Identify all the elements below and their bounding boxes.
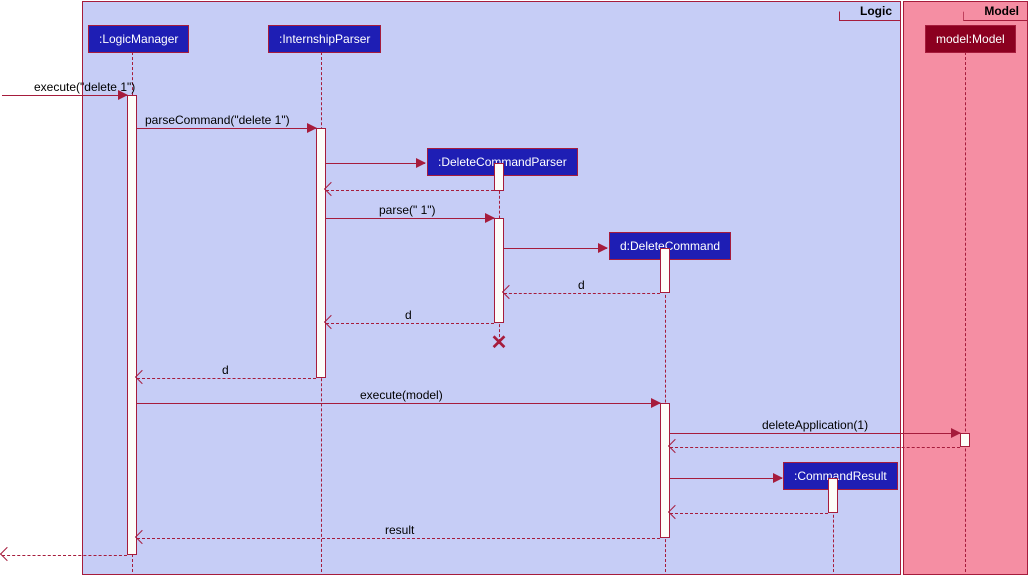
msg-parse-command: [137, 128, 316, 129]
msg-delete-app-label: deleteApplication(1): [762, 418, 868, 432]
activation-logic-manager: [127, 95, 137, 555]
msg-execute-model: [137, 403, 660, 404]
arrow-icon: [307, 123, 317, 133]
arrow-icon: [598, 243, 608, 253]
sequence-diagram: Logic Model :LogicManager :InternshipPar…: [0, 0, 1030, 578]
arrow-icon: [951, 428, 961, 438]
msg-return-d1: [504, 293, 660, 294]
msg-return-external: [2, 555, 127, 556]
participant-logic-manager: :LogicManager: [88, 25, 189, 53]
arrow-icon: [773, 473, 783, 483]
msg-return-d2-label: d: [405, 308, 412, 322]
activation-command-result: [828, 478, 838, 513]
msg-return-d2: [326, 323, 494, 324]
frame-model-label: Model: [963, 2, 1027, 21]
msg-create-cr: [670, 478, 782, 479]
lifeline-model: [965, 52, 966, 572]
activation-delete-command-parser-2: [494, 218, 504, 323]
destroy-icon: ✕: [489, 333, 509, 353]
msg-return-d3-label: d: [222, 363, 229, 377]
msg-execute-label: execute("delete 1"): [34, 80, 135, 94]
activation-internship-parser: [316, 128, 326, 378]
activation-delete-command-1: [660, 248, 670, 293]
arrow-icon: [0, 547, 14, 561]
msg-return-d1-label: d: [578, 278, 585, 292]
arrow-icon: [416, 158, 426, 168]
frame-logic-label: Logic: [839, 2, 900, 21]
frame-logic: Logic: [82, 1, 901, 575]
participant-command-result: :CommandResult: [783, 462, 898, 490]
msg-execute-model-label: execute(model): [360, 388, 443, 402]
msg-parse: [326, 218, 494, 219]
msg-return-cr: [670, 513, 828, 514]
msg-result-label: result: [385, 523, 414, 537]
participant-model: model:Model: [925, 25, 1016, 53]
msg-parse-command-label: parseCommand("delete 1"): [145, 113, 290, 127]
activation-delete-command-2: [660, 403, 670, 538]
msg-delete-app: [670, 433, 960, 434]
msg-return-d3: [137, 378, 316, 379]
arrow-icon: [485, 213, 495, 223]
msg-create-dcp: [326, 163, 425, 164]
msg-create-dc: [504, 248, 607, 249]
msg-parse-label: parse(" 1"): [379, 203, 436, 217]
msg-execute: [2, 95, 127, 96]
arrow-icon: [651, 398, 661, 408]
msg-return-model: [670, 447, 960, 448]
participant-internship-parser: :InternshipParser: [268, 25, 381, 53]
participant-delete-command: d:DeleteCommand: [609, 232, 731, 260]
activation-delete-command-parser-1: [494, 163, 504, 191]
activation-model: [960, 433, 970, 447]
msg-return-dcp-create: [326, 190, 494, 191]
msg-result: [137, 538, 660, 539]
